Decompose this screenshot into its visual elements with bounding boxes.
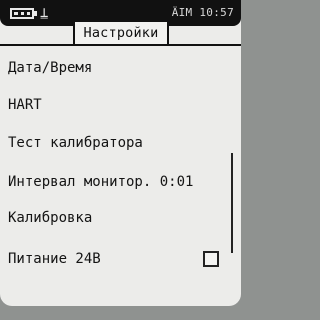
padlock-icon: ⍊: [40, 5, 49, 21]
menu-item-label: Интервал монитор. 0:01: [8, 174, 194, 190]
menu-item-label: Тест калибратора: [8, 135, 143, 151]
menu-item-label: Калибровка: [8, 210, 93, 226]
page-title: Настройки: [83, 25, 159, 41]
device-screen: ⍊ ÄIM 10:57 Настройки Дата/Время HART Те…: [0, 0, 241, 306]
title-tab: Настройки: [73, 22, 169, 46]
battery-cell-gap: [24, 12, 27, 15]
battery-cell-gap: [18, 12, 21, 15]
menu-item-label: HART: [8, 97, 42, 113]
status-clock: ÄIM 10:57: [171, 6, 234, 19]
scrollbar[interactable]: [231, 153, 233, 253]
battery-icon: [10, 8, 34, 19]
menu-item-label: Дата/Время: [8, 60, 93, 76]
battery-level: [14, 12, 30, 15]
menu-item-monitor-interval[interactable]: Интервал монитор. 0:01: [8, 169, 236, 195]
menu-item-calibration[interactable]: Калибровка: [8, 205, 236, 231]
menu-item-label: Питание 24В: [8, 251, 101, 267]
power-24v-checkbox[interactable]: [203, 251, 219, 267]
battery-tip: [34, 11, 37, 16]
menu-item-power-24v[interactable]: Питание 24В: [8, 246, 236, 272]
menu-item-hart[interactable]: HART: [8, 92, 236, 118]
menu-item-calibrator-test[interactable]: Тест калибратора: [8, 130, 236, 156]
menu-item-datetime[interactable]: Дата/Время: [8, 55, 236, 81]
